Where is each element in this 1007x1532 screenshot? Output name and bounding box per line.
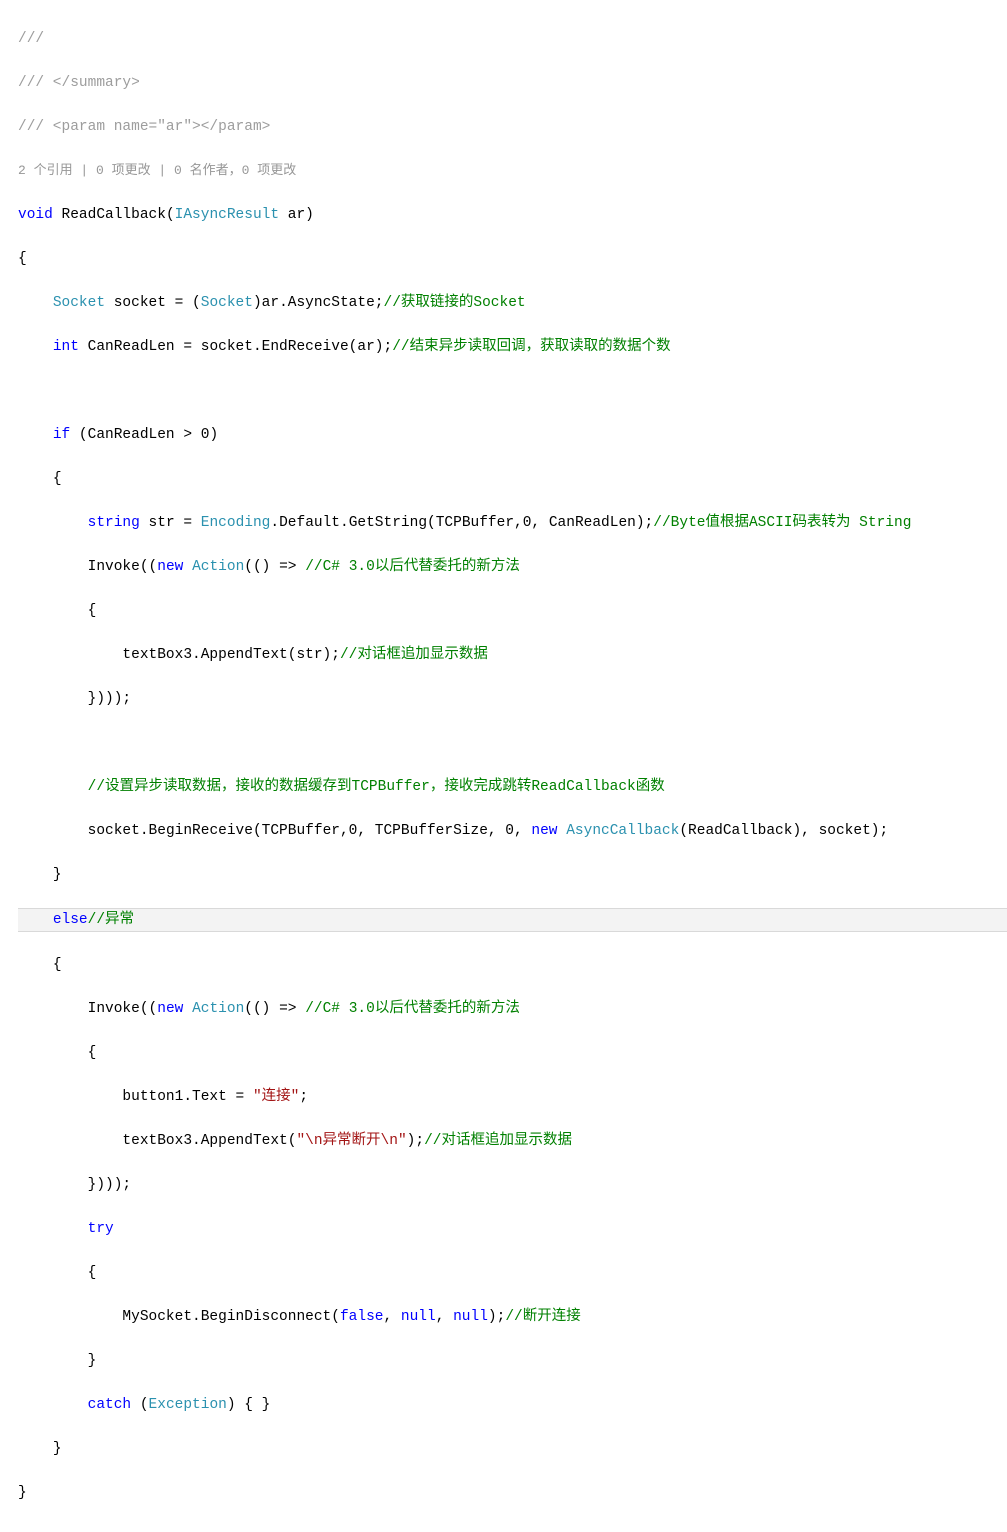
code-line: textBox3.AppendText("\n异常断开\n");//对话框追加显… <box>18 1130 1007 1152</box>
code-line: { <box>18 600 1007 622</box>
code-line: /// <box>18 28 1007 50</box>
xml-doc-comment: /// <box>18 31 44 47</box>
comment: //Byte值根据ASCII码表转为 String <box>653 515 911 531</box>
code-line <box>18 732 1007 754</box>
code-line: { <box>18 248 1007 270</box>
comment: //C# 3.0以后代替委托的新方法 <box>305 1001 520 1017</box>
code-line: } <box>18 1482 1007 1504</box>
codelens-line[interactable]: 2 个引用 | 0 项更改 | 0 名作者，0 项更改 <box>18 160 1007 182</box>
code-line: /// </summary> <box>18 72 1007 94</box>
code-line: Invoke((new Action(() => //C# 3.0以后代替委托的… <box>18 998 1007 1020</box>
code-line: catch (Exception) { } <box>18 1394 1007 1416</box>
comment: //C# 3.0以后代替委托的新方法 <box>305 559 520 575</box>
comment: //异常 <box>88 912 134 928</box>
code-line: }))); <box>18 1174 1007 1196</box>
comment: //获取链接的Socket <box>384 295 526 311</box>
comment: //设置异步读取数据，接收的数据缓存到TCPBuffer，接收完成跳转ReadC… <box>88 779 665 795</box>
code-line: { <box>18 1262 1007 1284</box>
code-line: textBox3.AppendText(str);//对话框追加显示数据 <box>18 644 1007 666</box>
code-line: Socket socket = (Socket)ar.AsyncState;//… <box>18 292 1007 314</box>
code-line: string str = Encoding.Default.GetString(… <box>18 512 1007 534</box>
code-line: { <box>18 468 1007 490</box>
codelens-text[interactable]: 2 个引用 | 0 项更改 | 0 名作者，0 项更改 <box>18 163 296 178</box>
code-line: MySocket.BeginDisconnect(false, null, nu… <box>18 1306 1007 1328</box>
comment: //结束异步读取回调，获取读取的数据个数 <box>392 339 670 355</box>
xml-doc-comment: /// </summary> <box>18 75 140 91</box>
code-line: //设置异步读取数据，接收的数据缓存到TCPBuffer，接收完成跳转ReadC… <box>18 776 1007 798</box>
code-line: socket.BeginReceive(TCPBuffer,0, TCPBuff… <box>18 820 1007 842</box>
code-line: Invoke((new Action(() => //C# 3.0以后代替委托的… <box>18 556 1007 578</box>
code-line: } <box>18 1438 1007 1460</box>
code-line: } <box>18 1350 1007 1372</box>
code-line: } <box>18 864 1007 886</box>
code-line: { <box>18 1042 1007 1064</box>
code-line: { <box>18 954 1007 976</box>
code-line: /// <param name="ar"></param> <box>18 116 1007 138</box>
code-editor[interactable]: /// /// </summary> /// <param name="ar">… <box>0 0 1007 1532</box>
xml-doc-comment: /// <param name="ar"></param> <box>18 119 270 135</box>
string-literal: "连接" <box>253 1089 299 1105</box>
comment: //对话框追加显示数据 <box>340 647 488 663</box>
current-line: else//异常 <box>18 908 1007 932</box>
code-line: button1.Text = "连接"; <box>18 1086 1007 1108</box>
comment: //断开连接 <box>505 1309 580 1325</box>
code-line: int CanReadLen = socket.EndReceive(ar);/… <box>18 336 1007 358</box>
code-line <box>18 380 1007 402</box>
code-line: void ReadCallback(IAsyncResult ar) <box>18 204 1007 226</box>
string-literal: "\n异常断开\n" <box>296 1133 406 1149</box>
code-line: try <box>18 1218 1007 1240</box>
code-line: }))); <box>18 688 1007 710</box>
code-line: if (CanReadLen > 0) <box>18 424 1007 446</box>
comment: //对话框追加显示数据 <box>424 1133 572 1149</box>
